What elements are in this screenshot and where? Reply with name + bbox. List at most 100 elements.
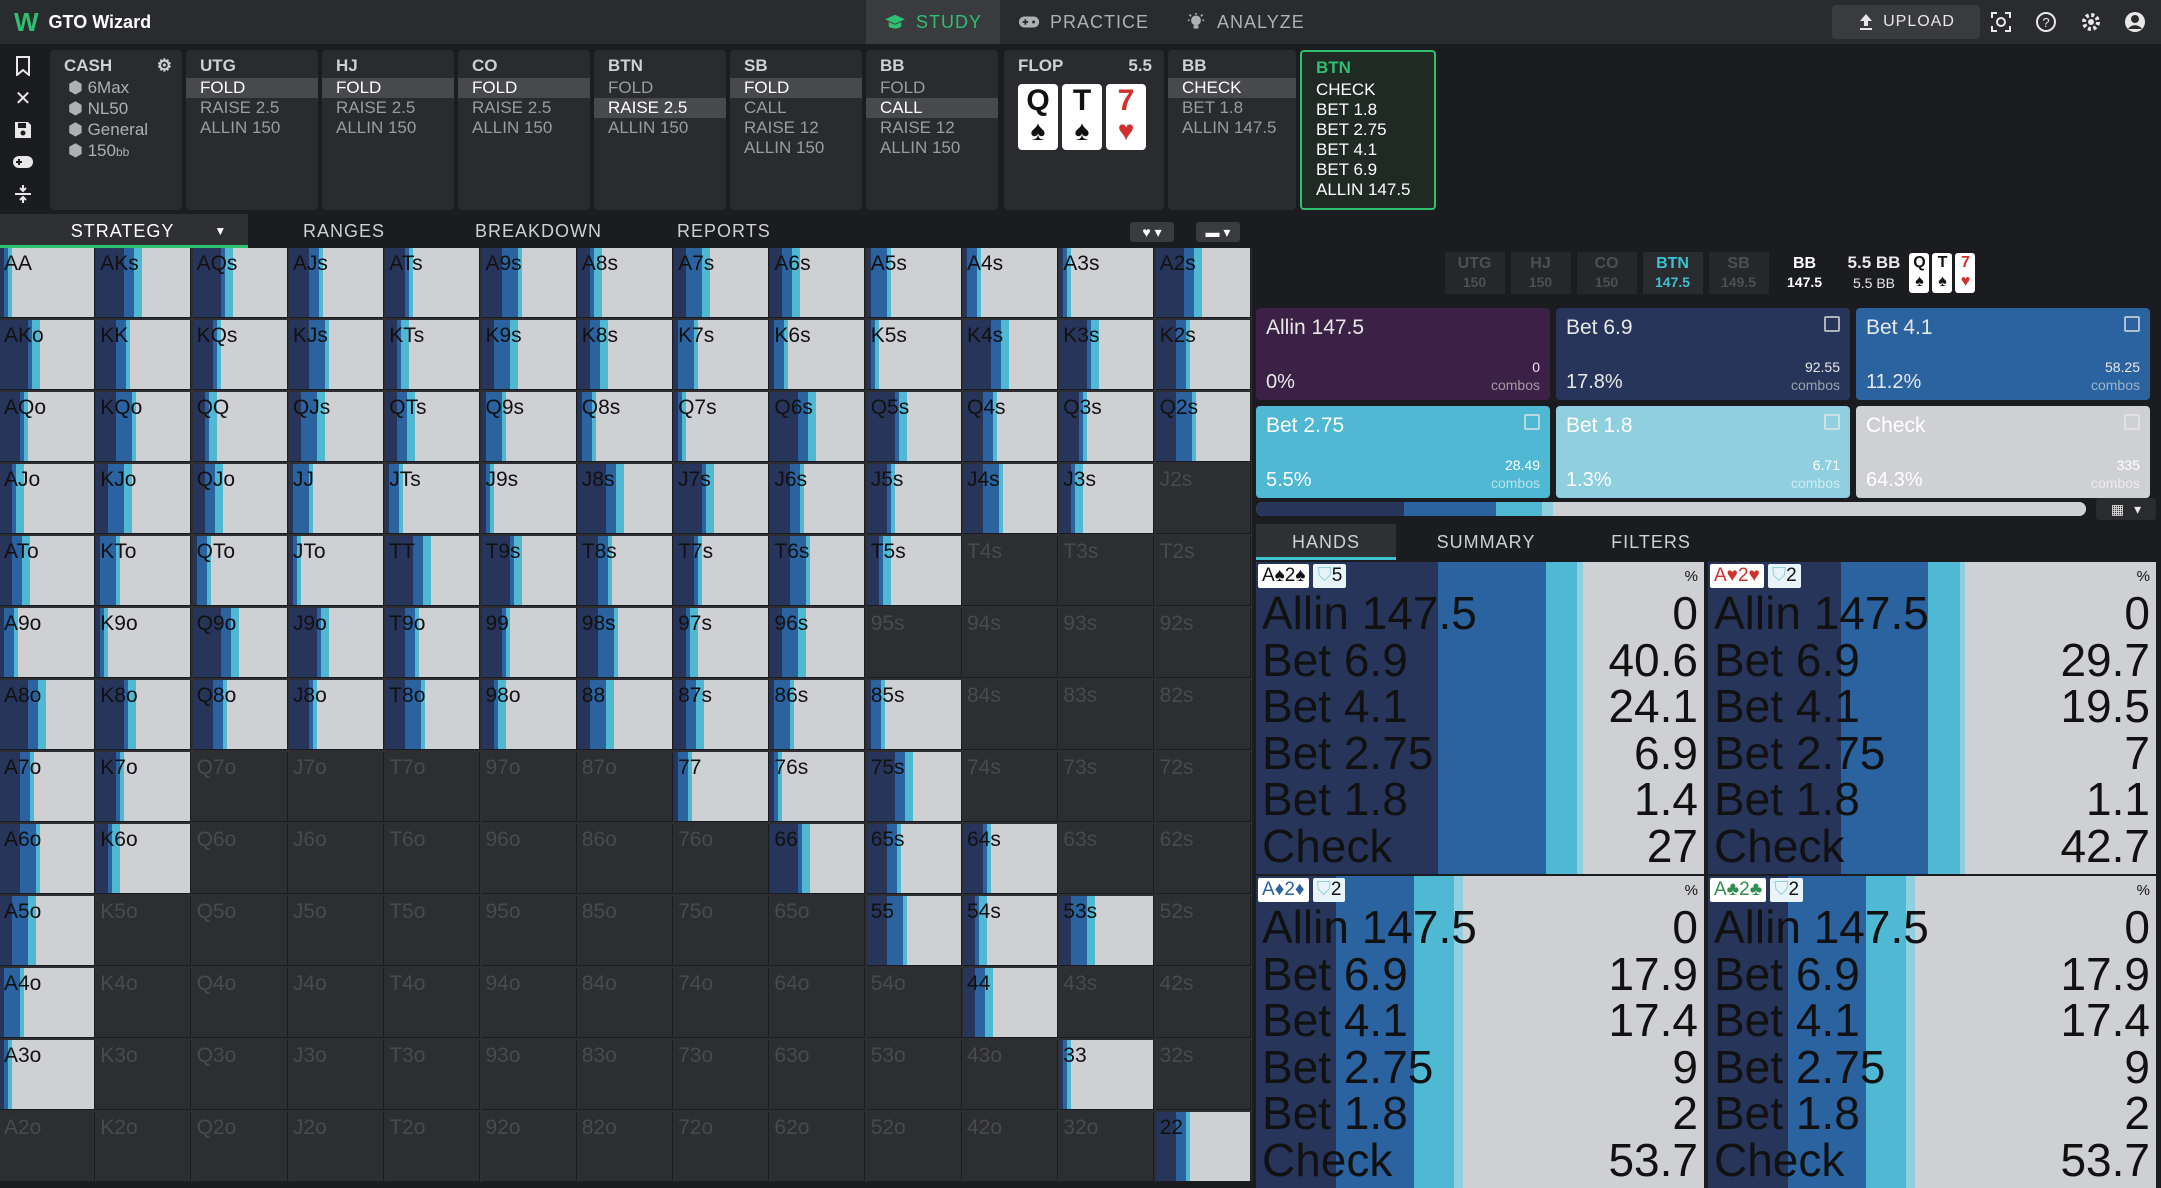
grid-cell[interactable]: 52s xyxy=(1155,896,1251,966)
grid-cell[interactable]: AQo xyxy=(0,392,95,462)
action-option[interactable]: RAISE 2.5 xyxy=(322,98,454,118)
position-box-sb[interactable]: SB FOLD CALL RAISE 12 ALLIN 150 xyxy=(730,50,862,210)
grid-cell[interactable]: AQs xyxy=(192,248,288,318)
grid-cell[interactable]: JTo xyxy=(288,536,384,606)
grid-cell[interactable]: A6s xyxy=(770,248,866,318)
grid-cell[interactable]: Q7o xyxy=(192,752,288,822)
action-option[interactable]: CHECK xyxy=(1168,78,1296,98)
grid-cell[interactable]: 64o xyxy=(770,968,866,1038)
grid-cell[interactable]: T7o xyxy=(385,752,481,822)
grid-cell[interactable]: K7o xyxy=(96,752,192,822)
hand-card[interactable]: A♣2♣ ⛉2% Allin 147.5 0 Bet 6.9 17.9 Bet 4.1 17.… xyxy=(1708,876,2156,1188)
grid-cell[interactable]: 76o xyxy=(674,824,770,894)
action-option[interactable]: RAISE 2.5 xyxy=(458,98,590,118)
grid-cell[interactable]: 43s xyxy=(1059,968,1155,1038)
grid-cell[interactable]: J8o xyxy=(288,680,384,750)
action-option[interactable]: CALL xyxy=(730,98,862,118)
grid-cell[interactable]: 63s xyxy=(1059,824,1155,894)
grid-cell[interactable]: J2s xyxy=(1155,464,1251,534)
tab-filters[interactable]: FILTERS xyxy=(1576,524,1726,560)
grid-cell[interactable]: T2s xyxy=(1155,536,1251,606)
grid-cell[interactable]: K4s xyxy=(963,320,1058,390)
grid-cell[interactable]: A4s xyxy=(963,248,1058,318)
tab-strategy[interactable]: STRATEGY ▼ xyxy=(0,214,248,248)
grid-cell[interactable]: K6s xyxy=(770,320,866,390)
action-box[interactable]: Bet 4.1 11.2% 58.25 combos xyxy=(1856,308,2150,400)
grid-cell[interactable]: K8s xyxy=(577,320,673,390)
grid-cell[interactable]: 22 xyxy=(1155,1112,1251,1182)
grid-cell[interactable]: J6o xyxy=(288,824,384,894)
action-option[interactable]: BET 4.1 xyxy=(1302,140,1434,160)
grid-cell[interactable]: 77 xyxy=(674,752,770,822)
upload-button[interactable]: UPLOAD xyxy=(1832,5,1980,39)
grid-cell[interactable]: 87s xyxy=(674,680,770,750)
grid-cell[interactable]: 76s xyxy=(770,752,866,822)
grid-cell[interactable]: 62s xyxy=(1155,824,1251,894)
action-option[interactable]: ALLIN 150 xyxy=(730,138,862,158)
hand-card[interactable]: A♠2♠ ⛉5% Allin 147.5 0 Bet 6.9 40.6 Bet 4.1 24.… xyxy=(1256,562,1704,874)
grid-cell[interactable]: T4s xyxy=(963,536,1058,606)
grid-cell[interactable]: J3s xyxy=(1059,464,1155,534)
grid-cell[interactable]: A6o xyxy=(0,824,95,894)
grid-cell[interactable]: 82o xyxy=(577,1112,673,1182)
grid-cell[interactable]: J4o xyxy=(288,968,384,1038)
tab-breakdown[interactable]: BREAKDOWN xyxy=(475,214,602,248)
grid-cell[interactable]: 85o xyxy=(577,896,673,966)
grid-cell[interactable]: Q5o xyxy=(192,896,288,966)
gamepad-button[interactable] xyxy=(6,148,40,176)
help-icon[interactable]: ? xyxy=(2033,9,2059,35)
grid-cell[interactable]: J3o xyxy=(288,1040,384,1110)
grid-cell[interactable]: ATo xyxy=(0,536,95,606)
grid-cell[interactable]: 85s xyxy=(866,680,962,750)
grid-cell[interactable]: Q3o xyxy=(192,1040,288,1110)
grid-cell[interactable]: QTo xyxy=(192,536,288,606)
grid-cell[interactable]: JJ xyxy=(288,464,384,534)
grid-cell[interactable]: J6s xyxy=(770,464,866,534)
action-option[interactable]: ALLIN 150 xyxy=(458,118,590,138)
path-co[interactable]: CO 150 xyxy=(1576,252,1637,294)
grid-cell[interactable]: 44 xyxy=(963,968,1058,1038)
grid-cell[interactable]: A2s xyxy=(1155,248,1251,318)
grid-cell[interactable]: 43o xyxy=(963,1040,1058,1110)
grid-cell[interactable]: K7s xyxy=(674,320,770,390)
action-option[interactable]: BET 2.75 xyxy=(1302,120,1434,140)
app-logo[interactable]: W GTO Wizard xyxy=(14,7,151,38)
grid-cell[interactable]: ATs xyxy=(385,248,481,318)
grid-cell[interactable]: 63o xyxy=(770,1040,866,1110)
grid-cell[interactable]: Q6o xyxy=(192,824,288,894)
grid-cell[interactable]: K3s xyxy=(1059,320,1155,390)
action-option[interactable]: FOLD xyxy=(730,78,862,98)
grid-cell[interactable]: 97o xyxy=(481,752,577,822)
action-option[interactable]: RAISE 2.5 xyxy=(594,98,726,118)
grid-cell[interactable]: J5s xyxy=(866,464,962,534)
grid-cell[interactable]: A3s xyxy=(1059,248,1155,318)
grid-cell[interactable]: J2o xyxy=(288,1112,384,1182)
account-icon[interactable] xyxy=(2122,9,2148,35)
grid-cell[interactable]: 97s xyxy=(674,608,770,678)
grid-cell[interactable]: 65o xyxy=(770,896,866,966)
position-box-btn[interactable]: BTN FOLD RAISE 2.5 ALLIN 150 xyxy=(594,50,726,210)
grid-cell[interactable]: A4o xyxy=(0,968,95,1038)
grid-cell[interactable]: 62o xyxy=(770,1112,866,1182)
grid-cell[interactable]: 98s xyxy=(577,608,673,678)
grid-cell[interactable]: J5o xyxy=(288,896,384,966)
action-box[interactable]: Bet 1.8 1.3% 6.71 combos xyxy=(1556,406,1850,498)
grid-cell[interactable]: 74s xyxy=(963,752,1058,822)
grid-cell[interactable]: 52o xyxy=(866,1112,962,1182)
grid-cell[interactable]: A5s xyxy=(866,248,962,318)
copy-icon[interactable] xyxy=(2124,316,2140,332)
grid-cell[interactable]: 73o xyxy=(674,1040,770,1110)
grid-cell[interactable]: 82s xyxy=(1155,680,1251,750)
action-box[interactable]: Bet 6.9 17.8% 92.55 combos xyxy=(1556,308,1850,400)
grid-cell[interactable]: AA xyxy=(0,248,95,318)
grid-cell[interactable]: A8o xyxy=(0,680,95,750)
grid-cell[interactable]: 96o xyxy=(481,824,577,894)
game-info-box[interactable]: CASH ⚙ ⬢ 6Max ⬢ NL50 ⬢ General ⬢ 150bb xyxy=(50,50,182,210)
grid-cell[interactable]: 75s xyxy=(866,752,962,822)
path-btn[interactable]: BTN 147.5 xyxy=(1642,252,1703,294)
grid-cell[interactable]: Q8o xyxy=(192,680,288,750)
grid-cell[interactable]: 32s xyxy=(1155,1040,1251,1110)
grid-cell[interactable]: T8o xyxy=(385,680,481,750)
action-option[interactable]: ALLIN 150 xyxy=(594,118,726,138)
grid-cell[interactable]: T8s xyxy=(577,536,673,606)
